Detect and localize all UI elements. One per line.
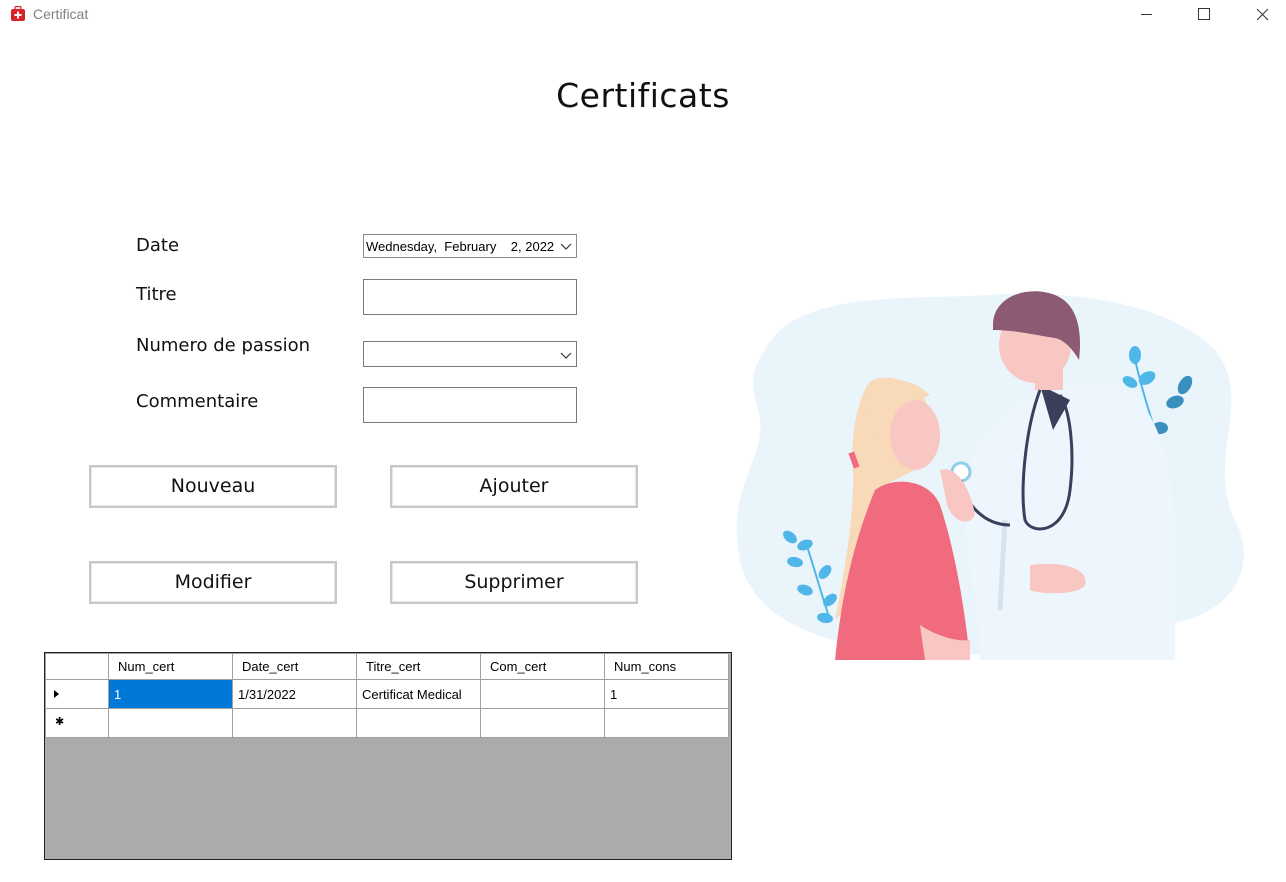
modifier-button[interactable]: Modifier bbox=[89, 561, 337, 604]
certificats-grid[interactable]: Num_cert Date_cert Titre_cert Com_cert N… bbox=[44, 652, 732, 860]
table-cell[interactable]: 1 bbox=[108, 679, 233, 709]
date-picker[interactable]: Wednesday, February 2, 2022 bbox=[363, 234, 577, 258]
column-header-num-cert[interactable]: Num_cert bbox=[108, 653, 233, 680]
table-cell[interactable]: 1/31/2022 bbox=[232, 679, 357, 709]
table-row[interactable]: 1 1/31/2022 Certificat Medical 1 bbox=[45, 679, 729, 709]
new-row[interactable]: ✱ bbox=[45, 708, 729, 738]
table-cell[interactable] bbox=[480, 679, 605, 709]
window-titlebar: Certificat bbox=[0, 0, 1286, 30]
row-header[interactable] bbox=[45, 679, 109, 709]
medical-cross-icon bbox=[11, 6, 25, 21]
table-cell[interactable] bbox=[232, 708, 357, 738]
date-value: Wednesday, February 2, 2022 bbox=[366, 239, 556, 254]
maximize-icon[interactable] bbox=[1181, 0, 1227, 30]
grid-header-row: Num_cert Date_cert Titre_cert Com_cert N… bbox=[45, 653, 729, 680]
titre-input[interactable] bbox=[363, 279, 577, 315]
chevron-down-icon[interactable] bbox=[560, 348, 572, 362]
window-title: Certificat bbox=[33, 6, 89, 22]
chevron-down-icon[interactable] bbox=[560, 239, 572, 253]
table-cell[interactable]: Certificat Medical bbox=[356, 679, 481, 709]
nouveau-button[interactable]: Nouveau bbox=[89, 465, 337, 508]
numero-label: Numero de passion bbox=[136, 335, 311, 356]
column-header-date-cert[interactable]: Date_cert bbox=[232, 653, 357, 680]
column-header-titre-cert[interactable]: Titre_cert bbox=[356, 653, 481, 680]
numero-select[interactable] bbox=[363, 341, 577, 367]
date-weekday: Wednesday, bbox=[366, 239, 438, 254]
page-title: Certificats bbox=[556, 76, 730, 115]
table-cell[interactable] bbox=[108, 708, 233, 738]
table-cell[interactable] bbox=[480, 708, 605, 738]
date-label: Date bbox=[136, 235, 180, 256]
column-header-com-cert[interactable]: Com_cert bbox=[480, 653, 605, 680]
table-cell[interactable] bbox=[604, 708, 729, 738]
date-month: February bbox=[444, 239, 497, 254]
commentaire-label: Commentaire bbox=[136, 391, 259, 412]
titre-label: Titre bbox=[136, 284, 177, 305]
minimize-icon[interactable] bbox=[1124, 0, 1170, 30]
commentaire-input[interactable] bbox=[363, 387, 577, 423]
doctor-patient-illustration bbox=[736, 291, 1244, 660]
row-header[interactable]: ✱ bbox=[45, 708, 109, 738]
current-row-icon bbox=[54, 690, 59, 698]
table-cell[interactable]: 1 bbox=[604, 679, 729, 709]
supprimer-button[interactable]: Supprimer bbox=[390, 561, 638, 604]
ajouter-button[interactable]: Ajouter bbox=[390, 465, 638, 508]
close-icon[interactable] bbox=[1240, 0, 1286, 30]
table-cell[interactable] bbox=[356, 708, 481, 738]
date-day-year: 2, 2022 bbox=[510, 239, 555, 254]
grid-corner[interactable] bbox=[45, 653, 109, 680]
column-header-num-cons[interactable]: Num_cons bbox=[604, 653, 729, 680]
new-row-icon: ✱ bbox=[55, 716, 65, 728]
